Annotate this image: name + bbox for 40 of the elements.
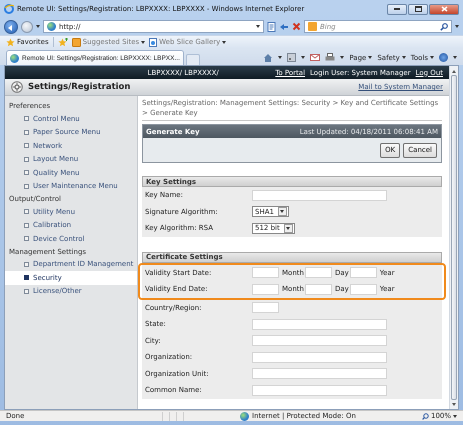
maximize-button[interactable] xyxy=(408,4,428,14)
scrollbar[interactable] xyxy=(449,66,458,409)
globe-icon xyxy=(240,412,249,420)
back-button[interactable] xyxy=(4,20,18,34)
mail-icon[interactable] xyxy=(310,54,320,61)
input-field[interactable] xyxy=(252,352,387,363)
input-field[interactable] xyxy=(252,267,279,278)
caret-icon[interactable] xyxy=(36,25,40,28)
input-field[interactable] xyxy=(304,267,332,278)
add-favorite-icon[interactable] xyxy=(58,38,68,46)
input-field[interactable] xyxy=(350,267,377,278)
input-field[interactable] xyxy=(252,384,387,396)
square-icon xyxy=(72,38,81,46)
caret-icon[interactable] xyxy=(340,56,344,59)
input-field[interactable] xyxy=(252,302,279,314)
input-field[interactable] xyxy=(252,284,279,295)
caret-icon[interactable] xyxy=(455,25,459,28)
globe-icon xyxy=(47,22,56,31)
stop-icon[interactable] xyxy=(292,22,301,31)
page-title: Settings/Registration xyxy=(28,82,132,92)
input-field[interactable] xyxy=(252,368,387,380)
input-field[interactable] xyxy=(252,335,387,346)
input-field[interactable] xyxy=(252,190,387,201)
caret-icon[interactable] xyxy=(301,56,306,59)
input-field[interactable] xyxy=(304,284,332,295)
search-icon[interactable] xyxy=(440,22,448,30)
print-icon[interactable] xyxy=(325,53,336,62)
minimize-button[interactable] xyxy=(387,4,407,14)
input-field[interactable] xyxy=(252,318,387,330)
browser-logo-icon xyxy=(4,4,14,14)
page-icon[interactable] xyxy=(267,22,276,32)
close-icon xyxy=(440,6,448,12)
input-field[interactable] xyxy=(350,284,377,295)
star-icon xyxy=(6,38,15,46)
close-button[interactable] xyxy=(429,4,459,14)
caret-icon[interactable] xyxy=(453,56,457,59)
magnifier-icon xyxy=(422,412,429,420)
caret-icon[interactable] xyxy=(278,56,282,59)
home-icon[interactable] xyxy=(263,53,274,62)
page-icon xyxy=(149,38,158,46)
